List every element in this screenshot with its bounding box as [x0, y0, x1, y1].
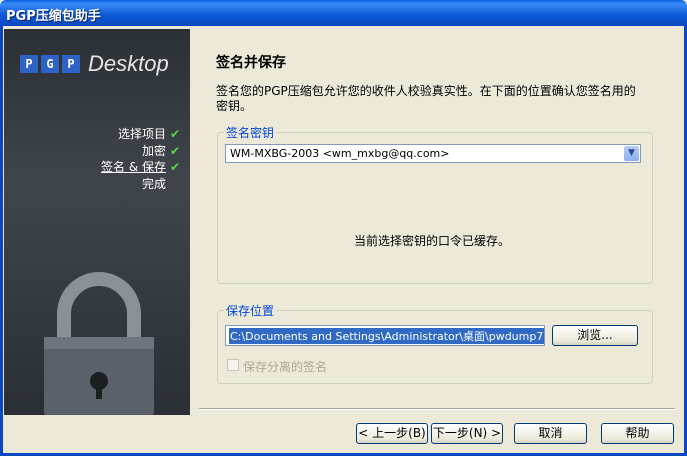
- help-button[interactable]: 帮助: [601, 423, 674, 444]
- chevron-down-icon[interactable]: ▼: [624, 146, 639, 161]
- padlock-icon: [44, 272, 154, 415]
- pgp-logo: P G P: [20, 55, 80, 73]
- step-label: 签名 & 保存: [101, 160, 166, 174]
- next-button[interactable]: 下一步(N) >: [431, 423, 503, 444]
- step-item: 完成: [101, 176, 180, 193]
- title-bar: PGP压缩包助手: [0, 0, 687, 26]
- step-item: 选择项目 ✔: [101, 126, 180, 143]
- browse-button[interactable]: 浏览...: [552, 325, 638, 346]
- button-separator: [199, 408, 675, 410]
- logo-letter: G: [41, 55, 59, 73]
- check-icon: ✔: [169, 143, 180, 158]
- detached-signature-label: 保存分离的签名: [243, 360, 328, 374]
- step-item-current: 签名 & 保存 ✔: [101, 159, 180, 176]
- step-item: 加密 ✔: [101, 143, 180, 160]
- window-title: PGP压缩包助手: [6, 9, 101, 24]
- signing-key-select[interactable]: WM-MXBG-2003 <wm_mxbg@qq.com> ▼: [225, 144, 641, 163]
- logo-letter: P: [62, 55, 80, 73]
- check-icon: ✔: [169, 160, 180, 174]
- check-icon: ✔: [169, 127, 180, 141]
- signing-key-legend: 签名密钥: [224, 124, 277, 141]
- cancel-button[interactable]: 取消: [514, 423, 587, 444]
- step-label: 完成: [141, 176, 166, 191]
- passphrase-cache-status: 当前选择密钥的口令已缓存。: [354, 234, 511, 248]
- back-button[interactable]: < 上一步(B): [356, 423, 428, 444]
- detached-signature-checkbox[interactable]: [227, 359, 239, 371]
- step-label: 加密: [141, 143, 166, 158]
- logo-letter: P: [20, 55, 38, 73]
- page-title: 签名并保存: [216, 55, 286, 71]
- page-description: 签名您的PGP压缩包允许您的收件人校验真实性。在下面的位置确认您签名用的密钥。: [216, 84, 636, 113]
- signing-key-value: WM-MXBG-2003 <wm_mxbg@qq.com>: [230, 147, 450, 160]
- wizard-steps: 选择项目 ✔ 加密 ✔ 签名 & 保存 ✔ 完成: [101, 126, 180, 192]
- save-path-input[interactable]: C:\Documents and Settings\Administrator\…: [225, 325, 545, 346]
- wizard-side-panel: P G P Desktop 选择项目 ✔ 加密 ✔ 签名 & 保存 ✔ 完成: [4, 29, 190, 415]
- product-name: Desktop: [88, 51, 169, 76]
- step-label: 选择项目: [117, 127, 166, 141]
- save-path-value: C:\Documents and Settings\Administrator\…: [229, 328, 545, 344]
- save-location-legend: 保存位置: [224, 302, 277, 319]
